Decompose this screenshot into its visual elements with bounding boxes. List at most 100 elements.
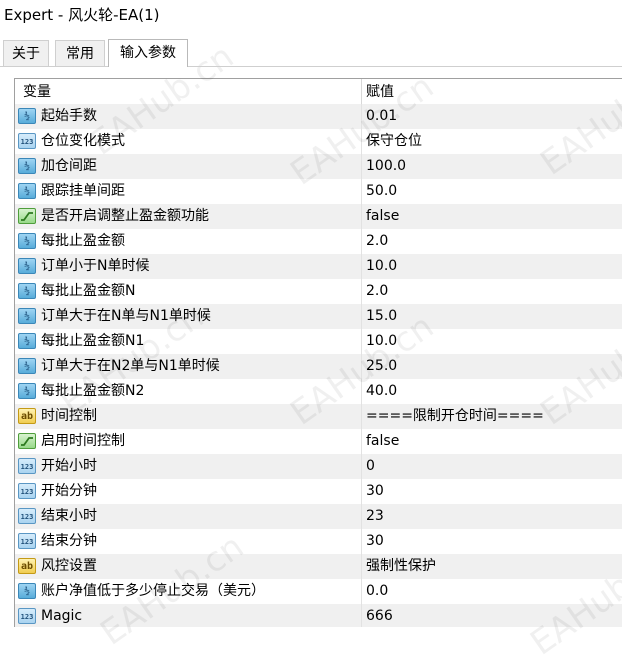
column-divider: [361, 504, 362, 529]
parameter-row[interactable]: ½ 订单小于N单时候 10.0: [15, 254, 622, 279]
column-divider: [361, 329, 362, 354]
parameter-row[interactable]: ½ 加仓间距 100.0: [15, 154, 622, 179]
double-type-icon: ½: [18, 358, 36, 374]
string-type-icon: ab: [18, 558, 36, 574]
parameter-name: 结束分钟: [41, 533, 97, 549]
parameter-name: 仓位变化模式: [41, 133, 125, 149]
parameter-row[interactable]: 启用时间控制 false: [15, 429, 622, 454]
header-column-divider[interactable]: [361, 79, 362, 104]
parameter-row[interactable]: ½ 每批止盈金额 2.0: [15, 229, 622, 254]
column-divider: [361, 529, 362, 554]
parameter-row[interactable]: 123 结束小时 23: [15, 504, 622, 529]
parameter-row[interactable]: ½ 账户净值低于多少停止交易（美元） 0.0: [15, 579, 622, 604]
parameter-row[interactable]: 123 Magic 666: [15, 604, 622, 627]
parameter-name: Magic: [41, 608, 83, 624]
column-divider: [361, 229, 362, 254]
window-title: Expert - 风火轮-EA(1): [4, 6, 160, 24]
header-variable[interactable]: 变量: [23, 79, 51, 104]
parameter-name: 风控设置: [41, 558, 97, 574]
parameter-value[interactable]: 强制性保护: [366, 554, 436, 579]
column-divider: [361, 479, 362, 504]
parameter-row[interactable]: 123 开始分钟 30: [15, 479, 622, 504]
column-divider: [361, 429, 362, 454]
double-type-icon: ½: [18, 183, 36, 199]
parameter-value[interactable]: 0: [366, 454, 375, 479]
parameter-row[interactable]: ½ 每批止盈金额N2 40.0: [15, 379, 622, 404]
grid-header: 变量 赋值: [15, 79, 622, 104]
double-type-icon: ½: [18, 333, 36, 349]
parameter-value[interactable]: 0.01: [366, 104, 397, 129]
parameter-name: 订单大于在N2单与N1单时候: [41, 358, 220, 374]
parameter-value[interactable]: 100.0: [366, 154, 406, 179]
parameter-value[interactable]: 2.0: [366, 279, 388, 304]
parameter-row[interactable]: ½ 跟踪挂单间距 50.0: [15, 179, 622, 204]
parameter-value[interactable]: 23: [366, 504, 384, 529]
tab-input-parameters[interactable]: 输入参数: [108, 39, 188, 67]
parameter-value[interactable]: 15.0: [366, 304, 397, 329]
parameter-row[interactable]: ab 时间控制 ====限制开仓时间====: [15, 404, 622, 429]
tab-divider: [0, 66, 622, 67]
parameter-name: 订单小于N单时候: [41, 258, 150, 274]
parameter-value[interactable]: false: [366, 429, 399, 454]
integer-type-icon: 123: [18, 133, 36, 149]
tab-about[interactable]: 关于: [3, 40, 49, 66]
parameter-row[interactable]: 是否开启调整止盈金额功能 false: [15, 204, 622, 229]
column-divider: [361, 554, 362, 579]
parameter-row[interactable]: ½ 订单大于在N单与N1单时候 15.0: [15, 304, 622, 329]
double-type-icon: ½: [18, 108, 36, 124]
parameter-name: 开始小时: [41, 458, 97, 474]
parameter-value[interactable]: false: [366, 204, 399, 229]
column-divider: [361, 304, 362, 329]
parameter-name: 每批止盈金额: [41, 233, 125, 249]
parameter-name: 是否开启调整止盈金额功能: [41, 208, 209, 224]
column-divider: [361, 579, 362, 604]
tab-strip: 关于 常用 输入参数: [0, 39, 622, 67]
parameter-name: 时间控制: [41, 408, 97, 424]
integer-type-icon: 123: [18, 458, 36, 474]
window-title-bar: Expert - 风火轮-EA(1): [0, 0, 622, 30]
column-divider: [361, 104, 362, 129]
double-type-icon: ½: [18, 283, 36, 299]
parameters-grid[interactable]: 变量 赋值 ½ 起始手数 0.01 123 仓位变化模式 保守仓位 ½ 加仓间距 100.0 ½ 跟…: [14, 78, 622, 627]
column-divider: [361, 204, 362, 229]
column-divider: [361, 354, 362, 379]
double-type-icon: ½: [18, 308, 36, 324]
parameter-value[interactable]: 25.0: [366, 354, 397, 379]
tab-common[interactable]: 常用: [55, 40, 105, 66]
parameter-value[interactable]: 0.0: [366, 579, 388, 604]
parameter-value[interactable]: 666: [366, 604, 393, 627]
column-divider: [361, 454, 362, 479]
integer-type-icon: 123: [18, 608, 36, 624]
parameter-value[interactable]: 10.0: [366, 254, 397, 279]
parameter-value[interactable]: 10.0: [366, 329, 397, 354]
column-divider: [361, 154, 362, 179]
parameter-row[interactable]: ½ 订单大于在N2单与N1单时候 25.0: [15, 354, 622, 379]
column-divider: [361, 404, 362, 429]
parameter-value[interactable]: 2.0: [366, 229, 388, 254]
column-divider: [361, 379, 362, 404]
column-divider: [361, 179, 362, 204]
parameter-value[interactable]: 50.0: [366, 179, 397, 204]
parameter-value[interactable]: 保守仓位: [366, 129, 422, 154]
parameter-value[interactable]: 30: [366, 479, 384, 504]
integer-type-icon: 123: [18, 483, 36, 499]
header-value[interactable]: 赋值: [366, 79, 394, 104]
string-type-icon: ab: [18, 408, 36, 424]
parameter-row[interactable]: 123 开始小时 0: [15, 454, 622, 479]
parameter-row[interactable]: 123 结束分钟 30: [15, 529, 622, 554]
parameter-name: 结束小时: [41, 508, 97, 524]
parameter-value[interactable]: ====限制开仓时间====: [366, 404, 544, 429]
parameter-name: 订单大于在N单与N1单时候: [41, 308, 211, 324]
double-type-icon: ½: [18, 383, 36, 399]
parameter-row[interactable]: ab 风控设置 强制性保护: [15, 554, 622, 579]
parameter-value[interactable]: 40.0: [366, 379, 397, 404]
parameter-row[interactable]: ½ 每批止盈金额N 2.0: [15, 279, 622, 304]
parameter-row[interactable]: ½ 每批止盈金额N1 10.0: [15, 329, 622, 354]
parameter-name: 启用时间控制: [41, 433, 125, 449]
parameter-name: 跟踪挂单间距: [41, 183, 125, 199]
parameter-value[interactable]: 30: [366, 529, 384, 554]
parameter-row[interactable]: 123 仓位变化模式 保守仓位: [15, 129, 622, 154]
double-type-icon: ½: [18, 233, 36, 249]
parameter-row[interactable]: ½ 起始手数 0.01: [15, 104, 622, 129]
parameter-name: 加仓间距: [41, 158, 97, 174]
